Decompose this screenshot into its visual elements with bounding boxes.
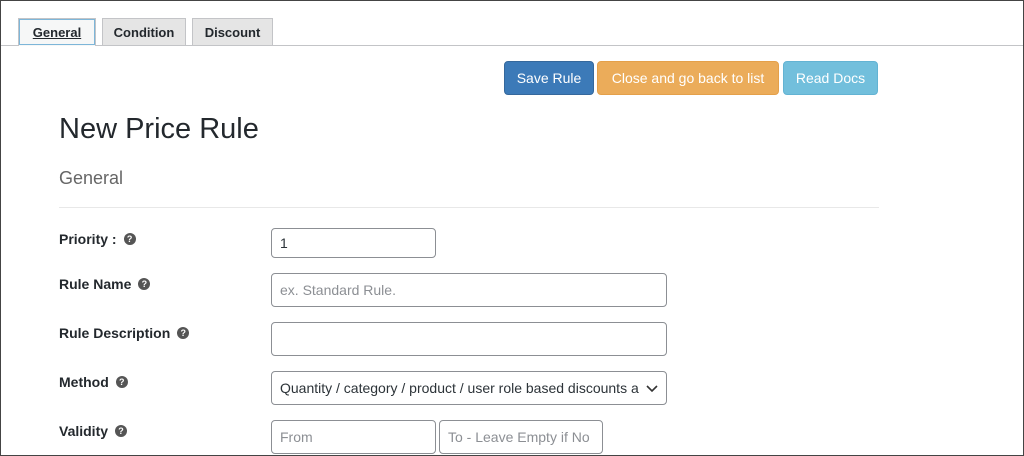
tab-bar: General Condition Discount bbox=[1, 1, 1023, 46]
tab-general-label: General bbox=[32, 25, 82, 40]
tab-discount-label: Discount bbox=[204, 24, 261, 40]
tab-condition[interactable]: Condition bbox=[102, 18, 186, 45]
tab-condition-label: Condition bbox=[113, 24, 175, 40]
page-title: New Price Rule bbox=[59, 113, 259, 145]
priority-label-row: Priority : ? bbox=[59, 231, 136, 247]
section-divider bbox=[59, 207, 879, 208]
method-select[interactable]: Quantity / category / product / user rol… bbox=[271, 371, 667, 405]
save-rule-button[interactable]: Save Rule bbox=[504, 61, 594, 95]
priority-input[interactable] bbox=[271, 228, 436, 258]
question-circle-icon[interactable]: ? bbox=[115, 425, 128, 437]
method-selected-value: Quantity / category / product / user rol… bbox=[280, 380, 639, 396]
close-back-label: Close and go back to list bbox=[611, 70, 765, 86]
rule-name-input[interactable] bbox=[271, 273, 667, 307]
validity-label: Validity bbox=[59, 423, 109, 439]
question-circle-icon[interactable]: ? bbox=[115, 376, 128, 388]
read-docs-label: Read Docs bbox=[795, 70, 866, 86]
tab-discount[interactable]: Discount bbox=[192, 18, 273, 45]
priority-label: Priority : bbox=[59, 231, 117, 247]
question-circle-icon[interactable]: ? bbox=[138, 278, 151, 290]
save-rule-label: Save Rule bbox=[516, 70, 582, 86]
chevron-down-icon bbox=[646, 380, 658, 396]
method-label: Method bbox=[59, 374, 109, 390]
rule-description-input[interactable] bbox=[271, 322, 667, 356]
tab-general[interactable]: General bbox=[18, 18, 96, 46]
rule-description-label: Rule Description bbox=[59, 325, 171, 341]
section-title: General bbox=[59, 168, 124, 188]
close-back-button[interactable]: Close and go back to list bbox=[597, 61, 779, 95]
validity-label-row: Validity ? bbox=[59, 423, 128, 439]
app-frame: General Condition Discount Save Rule Clo… bbox=[0, 0, 1024, 456]
question-circle-icon[interactable]: ? bbox=[123, 233, 136, 245]
read-docs-button[interactable]: Read Docs bbox=[783, 61, 878, 95]
method-label-row: Method ? bbox=[59, 374, 128, 390]
rule-name-label-row: Rule Name ? bbox=[59, 276, 151, 292]
validity-to-input[interactable] bbox=[439, 420, 603, 454]
validity-from-input[interactable] bbox=[271, 420, 436, 454]
rule-description-label-row: Rule Description ? bbox=[59, 325, 190, 341]
question-circle-icon[interactable]: ? bbox=[177, 327, 190, 339]
rule-name-label: Rule Name bbox=[59, 276, 132, 292]
